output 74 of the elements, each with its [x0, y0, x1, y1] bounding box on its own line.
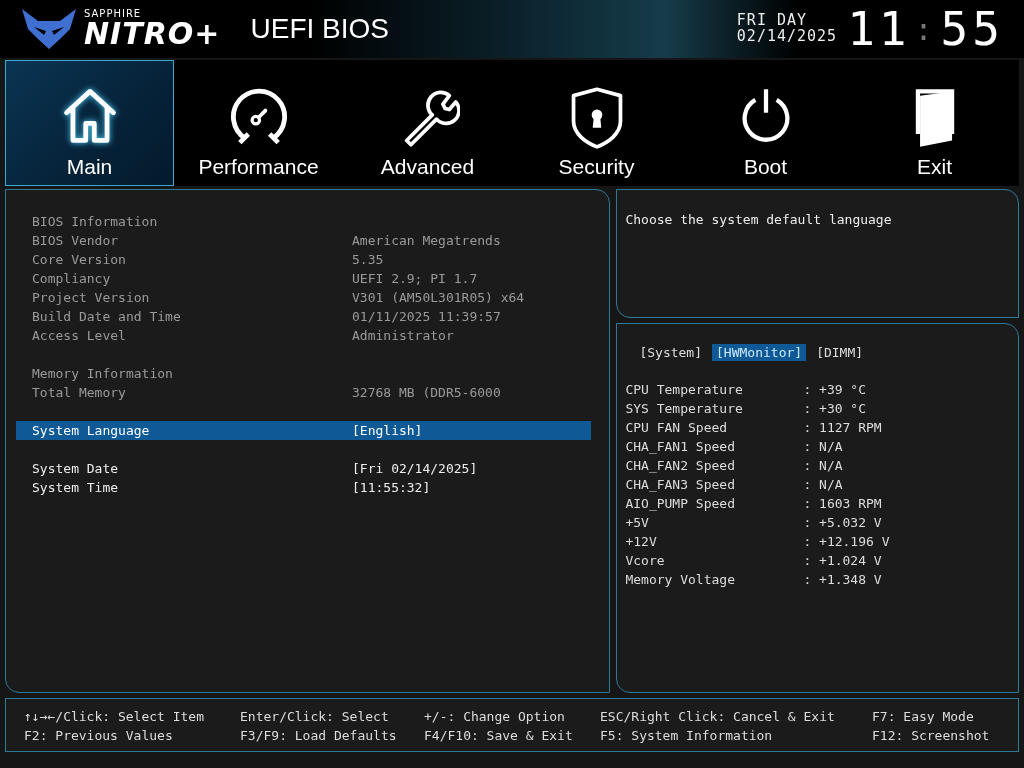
sensor-label: CPU FAN Speed — [625, 420, 729, 435]
clock-minutes: 55 — [940, 2, 1004, 56]
sensor-value: : N/A — [803, 458, 843, 473]
setting-label: Total Memory — [32, 385, 127, 400]
sensor-label: CHA_FAN2 Speed — [625, 458, 736, 473]
info-value: 01/11/2025 11:39:57 — [352, 309, 501, 324]
sensor-label: SYS Temperature — [625, 401, 744, 416]
date-label: 02/14/2025 — [736, 29, 838, 45]
sensor-label: CHA_FAN3 Speed — [625, 477, 736, 492]
info-value: 5.35 — [352, 252, 384, 267]
monitor-tab[interactable]: [System] — [635, 344, 707, 361]
sensor-value: : +1.024 V — [803, 553, 882, 568]
info-value: V301 (AM50L301R05) x64 — [352, 290, 525, 305]
sensor-value: : 1127 RPM — [803, 420, 882, 435]
clock-separator: : — [914, 11, 937, 47]
sensor-value: : 1603 RPM — [803, 496, 882, 511]
sensor-value: : +30 °C — [803, 401, 867, 416]
info-value: UEFI 2.9; PI 1.7 — [352, 271, 478, 286]
sensor-label: AIO_PUMP Speed — [625, 496, 736, 511]
info-value: 32768 MB (DDR5-6000 — [352, 385, 501, 400]
maker-label: SAPPHIRE — [84, 9, 143, 19]
setting-label: BIOS Vendor — [32, 233, 120, 248]
product-title: UEFI BIOS — [250, 13, 389, 45]
fox-logo-icon — [20, 7, 78, 51]
info-value: Administrator — [352, 328, 454, 343]
key-hint: F5: System Information — [600, 727, 774, 745]
sensor-label: Memory Voltage — [625, 572, 736, 587]
key-hint: F2: Previous Values — [24, 727, 174, 745]
sensor-value: : +39 °C — [803, 382, 867, 397]
nav-tab[interactable]: Boot — [681, 60, 850, 186]
sensor-label: +12V — [625, 534, 658, 549]
setting-label: Compliancy — [32, 271, 112, 286]
setting-value[interactable]: [English] — [352, 423, 423, 438]
setting-label: System Language — [32, 423, 151, 438]
setting-label: Build Date and Time — [32, 309, 182, 324]
sensor-label: Vcore — [625, 553, 666, 568]
nav-tab[interactable]: Main — [5, 60, 174, 186]
help-text: Choose the system default language — [625, 212, 892, 227]
sensor-label: CHA_FAN1 Speed — [625, 439, 736, 454]
monitor-tab[interactable]: [HWMonitor] — [712, 344, 807, 361]
clock-hours: 11 — [847, 2, 911, 56]
key-hint: +/-: Change Option — [424, 708, 566, 726]
sensor-value: : +5.032 V — [803, 515, 882, 530]
setting-label: Core Version — [32, 252, 127, 267]
key-hint: ↑↓→←/Click: Select Item — [24, 708, 205, 726]
key-hint: F3/F9: Load Defaults — [240, 727, 398, 745]
sensor-value: : N/A — [803, 477, 843, 492]
sensor-value: : +1.348 V — [803, 572, 882, 587]
setting-label: System Date — [32, 461, 120, 476]
sensor-value: : N/A — [803, 439, 843, 454]
product-logo: NITRO+ — [84, 19, 221, 49]
nav-tab[interactable]: Advanced — [343, 60, 512, 186]
key-hint: F4/F10: Save & Exit — [424, 727, 574, 745]
weekday-label: FRI DAY — [736, 13, 808, 29]
setting-value[interactable]: [Fri 02/14/2025] — [352, 461, 478, 476]
sensor-label: CPU Temperature — [625, 382, 744, 397]
key-hint: ESC/Right Click: Cancel & Exit — [600, 708, 836, 726]
monitor-tab[interactable]: [DIMM] — [812, 344, 868, 361]
setting-label: Access Level — [32, 328, 127, 343]
key-hint: Enter/Click: Select — [240, 708, 390, 726]
section-heading: BIOS Information — [31, 213, 159, 231]
nav-tab[interactable]: Exit — [850, 60, 1019, 186]
nav-tab[interactable]: Security — [512, 60, 681, 186]
key-hint: F12: Screenshot — [872, 727, 991, 745]
selected-row-highlight[interactable]: System Language [English] — [16, 421, 592, 440]
key-hint: F7: Easy Mode — [872, 708, 975, 726]
setting-label: Project Version — [32, 290, 151, 305]
section-heading: Memory Information — [31, 365, 174, 383]
sensor-value: : +12.196 V — [803, 534, 890, 549]
nav-tab[interactable]: Performance — [174, 60, 343, 186]
info-value: American Megatrends — [352, 233, 501, 248]
setting-value[interactable]: [11:55:32] — [352, 480, 431, 495]
sensor-label: +5V — [625, 515, 650, 530]
setting-label: System Time — [32, 480, 120, 495]
